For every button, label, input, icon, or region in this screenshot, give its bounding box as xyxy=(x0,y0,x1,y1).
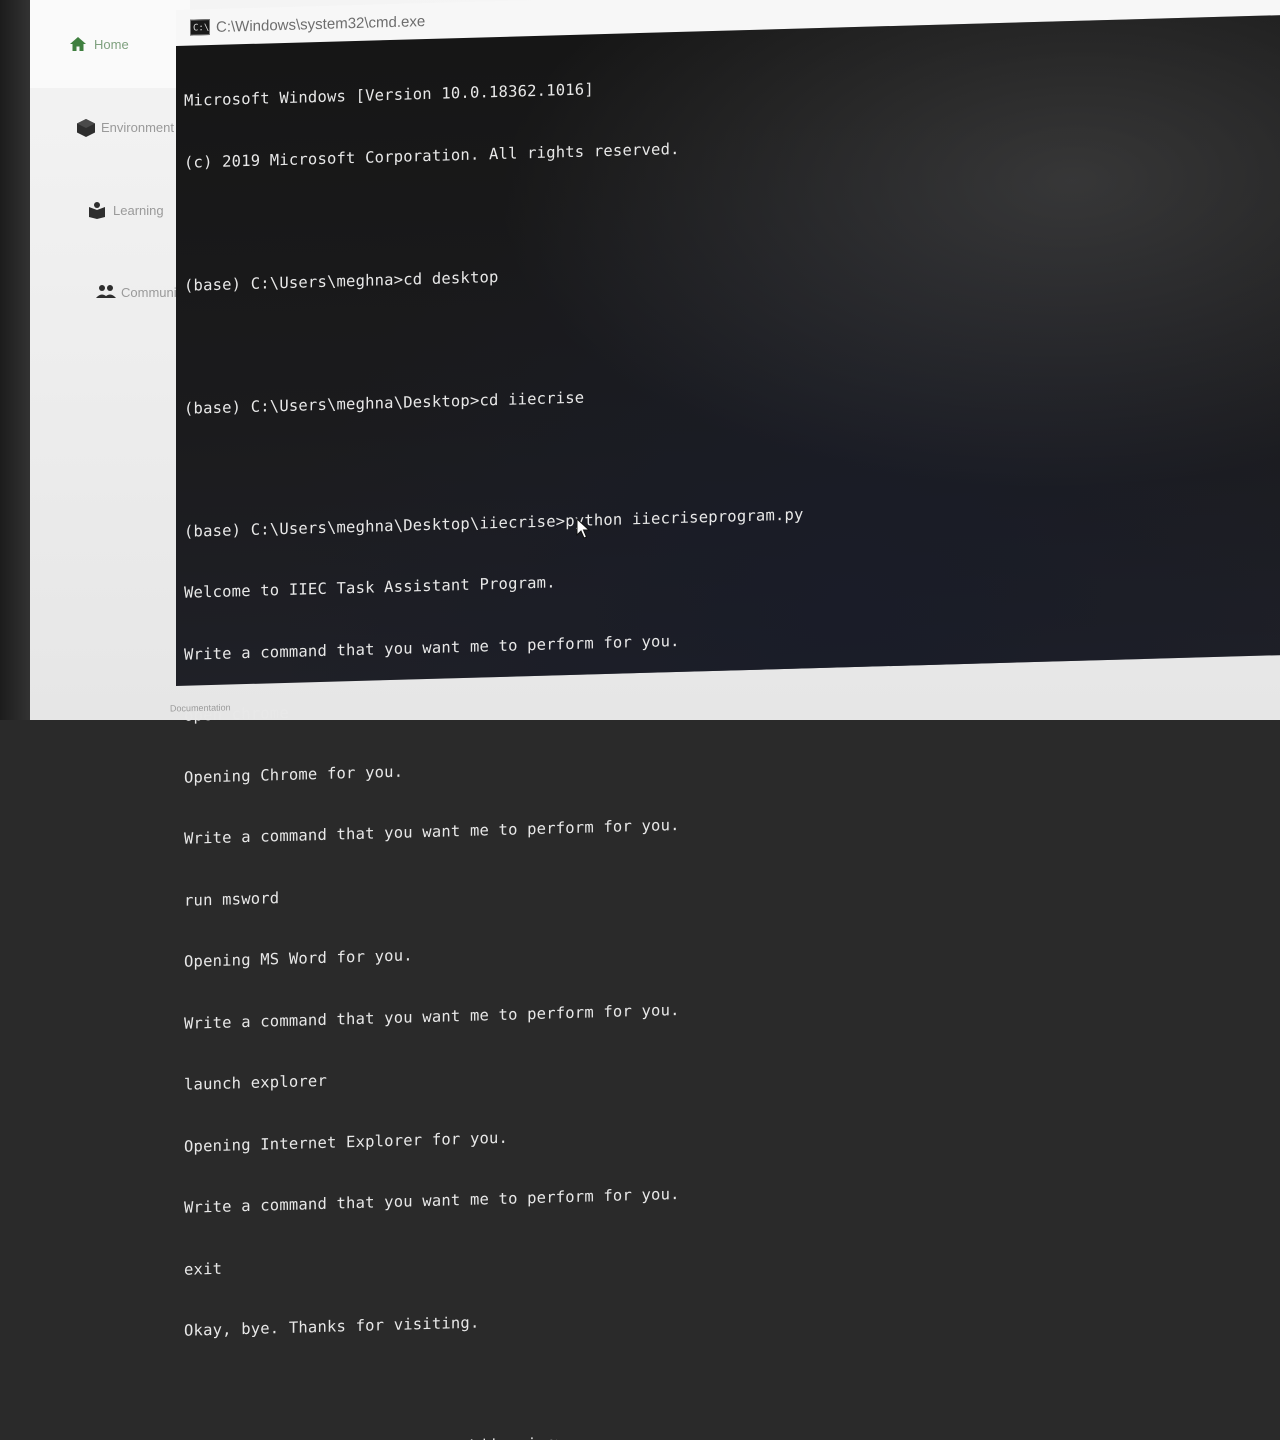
console-line: Welcome to IIEC Task Assistant Program. xyxy=(184,573,556,602)
console-line: exit xyxy=(184,1259,223,1279)
console-line: Write a command that you want me to perf… xyxy=(184,1000,680,1033)
console-line: Okay, bye. Thanks for visiting. xyxy=(184,1313,480,1340)
book-icon xyxy=(87,200,107,220)
sidebar-item-label: Home xyxy=(94,36,129,52)
home-icon xyxy=(68,34,88,54)
people-icon xyxy=(95,282,116,302)
cmd-window-title: C:\Windows\system32\cmd.exe xyxy=(216,12,426,36)
sidebar-item-label: Learning xyxy=(113,202,164,218)
mouse-cursor-icon xyxy=(576,518,590,539)
cube-icon xyxy=(75,117,95,137)
sidebar-item-home[interactable]: Home xyxy=(68,34,129,54)
console-line: Opening Internet Explorer for you. xyxy=(184,1128,509,1156)
cmd-console[interactable]: Microsoft Windows [Version 10.0.18362.10… xyxy=(176,14,1280,1440)
console-line: Write a command that you want me to perf… xyxy=(184,631,680,664)
console-prompt[interactable]: (base) C:\Users\meghna\Desktop\iiecrise> xyxy=(184,1426,804,1440)
console-line: Write a command that you want me to perf… xyxy=(184,1184,680,1217)
cmd-app-icon: C:\ xyxy=(190,19,210,36)
cmd-window[interactable]: C:\ C:\Windows\system32\cmd.exe Microsof… xyxy=(176,0,1280,1440)
console-line: Microsoft Windows [Version 10.0.18362.10… xyxy=(184,80,594,110)
sidebar-item-community[interactable]: Community xyxy=(95,282,187,302)
console-line: (base) C:\Users\meghna\Desktop\iiecrise>… xyxy=(184,504,804,541)
sidebar-item-environments[interactable]: Environment xyxy=(75,117,174,137)
console-line: Opening Chrome for you. xyxy=(184,762,404,787)
console-line: (c) 2019 Microsoft Corporation. All righ… xyxy=(184,139,680,172)
console-line: Opening MS Word for you. xyxy=(184,946,413,971)
console-line: (base) C:\Users\meghna\Desktop>cd iiecri… xyxy=(184,388,585,418)
sidebar-item-label: Environment xyxy=(101,119,174,135)
navigator-sidebar: Home Environment Learning Community xyxy=(30,0,190,720)
console-line: launch explorer xyxy=(184,1071,327,1094)
console-line: run msword xyxy=(184,888,280,910)
cmd-output: Microsoft Windows [Version 10.0.18362.10… xyxy=(184,32,804,1440)
sidebar-item-learning[interactable]: Learning xyxy=(87,200,164,220)
console-line: open chrome xyxy=(184,703,289,725)
console-line: (base) C:\Users\meghna>cd desktop xyxy=(184,267,499,295)
console-line: Write a command that you want me to perf… xyxy=(184,815,680,848)
